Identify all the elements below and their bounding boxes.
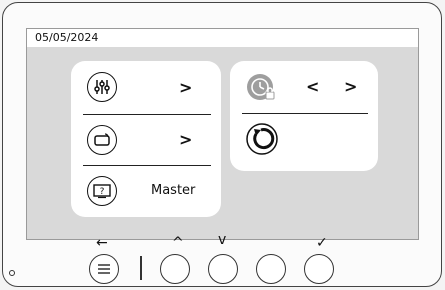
hw-button-up[interactable] [208,254,238,284]
svg-text:?: ? [100,187,105,197]
prev-button[interactable]: < [306,77,319,96]
menu-item-help[interactable]: ? Master [71,166,221,217]
back-softkey: ← [96,235,108,251]
divider [242,113,368,114]
display-icon [87,125,117,155]
button-separator [140,256,142,280]
status-date: 05/05/2024 [35,31,99,44]
display-screen: 05/05/2024 > > ? Master < > [26,28,419,240]
menu-icon [98,264,110,274]
menu-item-display[interactable]: > [71,115,221,166]
sliders-icon [87,72,117,102]
status-bar: 05/05/2024 [27,29,418,47]
display-chevron-icon: > [179,130,193,149]
status-led [9,270,15,276]
hw-button-down[interactable] [256,254,286,284]
lock-clock-icon [245,72,277,104]
down-softkey: v [218,232,227,248]
help-screen-icon: ? [87,176,117,206]
master-label: Master [151,183,196,198]
hw-button-back[interactable] [160,254,190,284]
refresh-icon[interactable] [245,122,279,156]
menu-item-settings[interactable]: > [71,63,221,114]
confirm-softkey: ✓ [316,235,328,251]
settings-chevron-icon: > [179,78,193,97]
up-softkey: ^ [172,235,184,251]
hw-button-confirm[interactable] [304,254,334,284]
main-menu-card: > > ? Master [71,61,221,217]
timer-card: < > [230,61,378,171]
next-button[interactable]: > [344,77,357,96]
menu-button[interactable] [89,254,119,284]
